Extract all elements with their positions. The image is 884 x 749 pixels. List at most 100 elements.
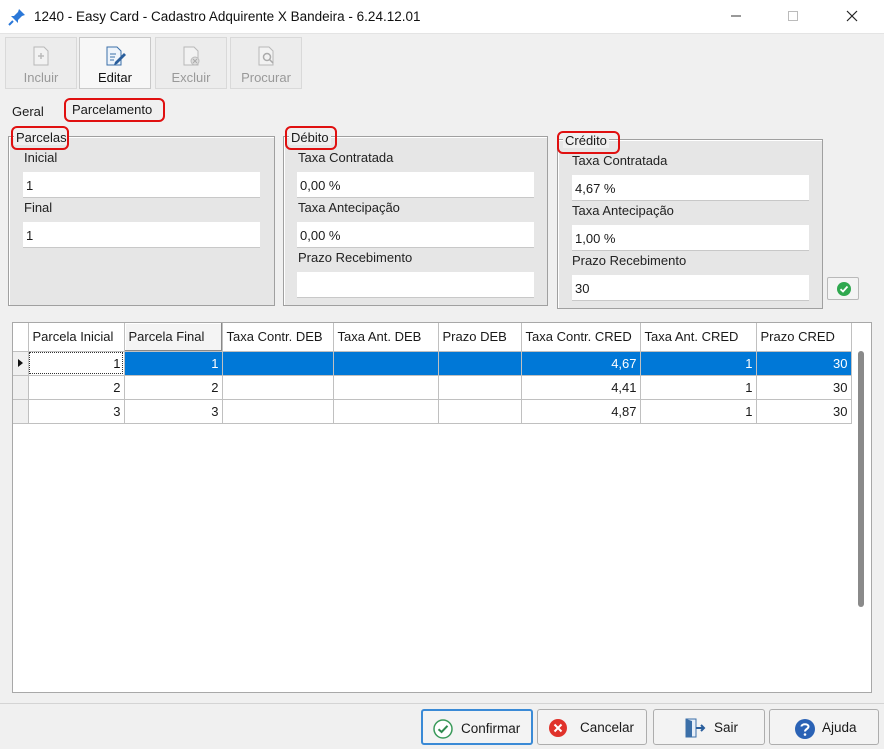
- current-row-indicator: [13, 351, 29, 376]
- apply-row-button[interactable]: [827, 277, 859, 300]
- credito-taxa-contratada-input[interactable]: 4,67 %: [572, 175, 809, 201]
- column-header[interactable]: Taxa Contr. CRED: [521, 323, 641, 352]
- table-cell[interactable]: 30: [756, 351, 852, 376]
- column-header[interactable]: Taxa Ant. DEB: [333, 323, 439, 352]
- tab-geral[interactable]: Geral: [12, 104, 44, 119]
- incluir-label: Incluir: [23, 70, 59, 85]
- table-cell[interactable]: 2: [124, 375, 223, 400]
- column-header[interactable]: Prazo DEB: [438, 323, 522, 352]
- check-icon: [433, 719, 453, 739]
- table-cell[interactable]: [222, 375, 334, 400]
- debito-prazo-label: Prazo Recebimento: [298, 250, 413, 265]
- table-cell[interactable]: [222, 399, 334, 424]
- column-header[interactable]: Parcela Final: [124, 323, 223, 352]
- procurar-button[interactable]: Procurar: [230, 37, 302, 89]
- table-cell[interactable]: 1: [640, 375, 757, 400]
- table-row[interactable]: 2 2 4,41 1 30: [13, 375, 852, 400]
- credito-taxa-contratada-label: Taxa Contratada: [572, 153, 668, 168]
- table-cell[interactable]: 3: [124, 399, 223, 424]
- inicial-label: Inicial: [24, 150, 58, 165]
- help-icon: [795, 719, 815, 739]
- credito-taxa-antecipacao-label: Taxa Antecipação: [572, 203, 674, 218]
- close-button[interactable]: [830, 0, 876, 33]
- editar-button[interactable]: Editar: [79, 37, 151, 89]
- table-cell[interactable]: 1: [640, 399, 757, 424]
- sair-button[interactable]: Sair: [653, 709, 765, 745]
- table-cell[interactable]: 30: [756, 399, 852, 424]
- table-cell[interactable]: 1: [640, 351, 757, 376]
- debito-taxa-antecipacao-label: Taxa Antecipação: [298, 200, 400, 215]
- sair-label: Sair: [714, 720, 739, 735]
- debito-taxa-antecipacao-input[interactable]: 0,00 %: [297, 222, 534, 248]
- maximize-icon: [788, 11, 798, 21]
- table-cell[interactable]: [333, 351, 439, 376]
- table-cell[interactable]: [438, 351, 522, 376]
- editar-label: Editar: [98, 70, 132, 85]
- table-row[interactable]: 1 1 4,67 1 30: [13, 351, 852, 376]
- table-cell[interactable]: 4,67: [521, 351, 641, 376]
- column-header[interactable]: Prazo CRED: [756, 323, 852, 352]
- table-cell[interactable]: 2: [28, 375, 125, 400]
- close-icon: [846, 10, 858, 22]
- window-title: 1240 - Easy Card - Cadastro Adquirente X…: [34, 9, 421, 24]
- table-cell[interactable]: 4,87: [521, 399, 641, 424]
- exit-door-icon: [685, 718, 706, 738]
- grid-table: Parcela Inicial Parcela Final Taxa Contr…: [13, 323, 852, 424]
- highlight-credito: [557, 131, 620, 154]
- credito-taxa-antecipacao-input[interactable]: 1,00 %: [572, 225, 809, 251]
- table-cell[interactable]: 1: [124, 351, 223, 376]
- procurar-label: Procurar: [241, 70, 291, 85]
- debito-taxa-contratada-input[interactable]: 0,00 %: [297, 172, 534, 198]
- minimize-button[interactable]: [714, 0, 760, 33]
- parcelas-grid[interactable]: Parcela Inicial Parcela Final Taxa Contr…: [12, 322, 872, 693]
- table-cell[interactable]: [333, 399, 439, 424]
- cancel-icon: [549, 719, 567, 737]
- highlight-parcelamento: [64, 98, 165, 122]
- row-pointer-icon: [18, 358, 24, 367]
- check-icon: [837, 282, 851, 296]
- credito-prazo-label: Prazo Recebimento: [572, 253, 687, 268]
- final-label: Final: [24, 200, 53, 215]
- edit-document-icon: [106, 46, 126, 66]
- table-cell[interactable]: 1: [28, 351, 125, 376]
- minimize-icon: [731, 15, 741, 17]
- table-cell[interactable]: [438, 375, 522, 400]
- row-indicator: [13, 375, 29, 400]
- pin-icon: [8, 9, 25, 26]
- column-header[interactable]: Taxa Ant. CRED: [640, 323, 757, 352]
- new-document-icon: [33, 46, 49, 66]
- column-header[interactable]: Parcela Inicial: [28, 323, 125, 352]
- column-header[interactable]: Taxa Contr. DEB: [222, 323, 334, 352]
- highlight-debito: [285, 126, 337, 150]
- highlight-parcelas: [11, 126, 69, 150]
- toolbar: Incluir Editar Excluir Procurar: [0, 34, 884, 92]
- inicial-input[interactable]: 1: [23, 172, 260, 198]
- excluir-label: Excluir: [171, 70, 211, 85]
- table-cell[interactable]: [333, 375, 439, 400]
- excluir-button[interactable]: Excluir: [155, 37, 227, 89]
- debito-prazo-input[interactable]: [297, 272, 534, 298]
- table-cell[interactable]: [438, 399, 522, 424]
- credito-prazo-input[interactable]: 30: [572, 275, 809, 301]
- maximize-button[interactable]: [771, 0, 817, 33]
- incluir-button[interactable]: Incluir: [5, 37, 77, 89]
- table-row[interactable]: 3 3 4,87 1 30: [13, 399, 852, 424]
- bottom-bar: Confirmar Cancelar Sair Ajuda: [0, 703, 884, 749]
- debito-taxa-contratada-label: Taxa Contratada: [298, 150, 394, 165]
- vertical-scrollbar[interactable]: [858, 351, 864, 607]
- row-indicator: [13, 399, 29, 424]
- cancelar-label: Cancelar: [580, 720, 635, 735]
- confirmar-label: Confirmar: [461, 721, 521, 736]
- table-cell[interactable]: 30: [756, 375, 852, 400]
- table-cell[interactable]: 3: [28, 399, 125, 424]
- title-bar: 1240 - Easy Card - Cadastro Adquirente X…: [0, 0, 884, 34]
- final-input[interactable]: 1: [23, 222, 260, 248]
- row-indicator-header: [13, 323, 29, 352]
- cancelar-button[interactable]: Cancelar: [537, 709, 647, 745]
- confirmar-button[interactable]: Confirmar: [421, 709, 533, 745]
- table-cell[interactable]: 4,41: [521, 375, 641, 400]
- table-cell[interactable]: [222, 351, 334, 376]
- ajuda-label: Ajuda: [822, 720, 857, 735]
- search-document-icon: [258, 46, 274, 66]
- ajuda-button[interactable]: Ajuda: [769, 709, 879, 745]
